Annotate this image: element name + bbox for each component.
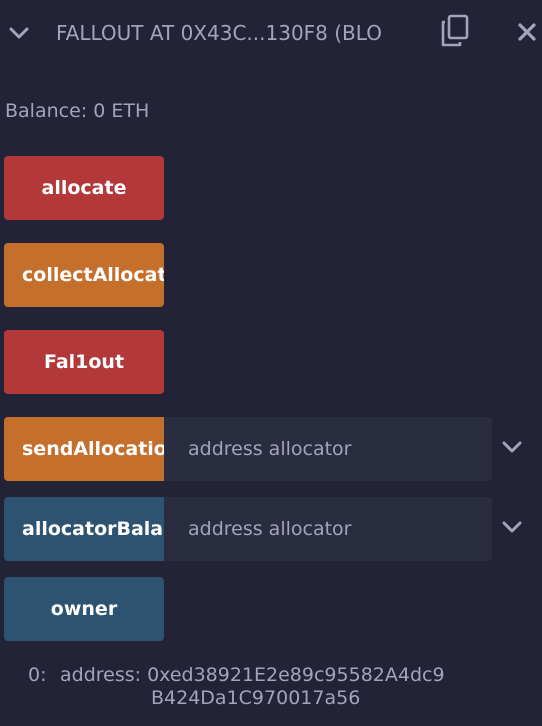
fal1out-button[interactable]: Fal1out: [4, 330, 164, 394]
result-index: 0:: [28, 664, 47, 686]
send-allocation-button[interactable]: sendAllocation: [4, 417, 164, 481]
owner-button[interactable]: owner: [4, 577, 164, 641]
result-value-line1: address: 0xed38921E2e89c95582A4dc9: [60, 664, 445, 686]
owner-result: 0: address: 0xed38921E2e89c95582A4dc9: [28, 664, 445, 687]
copy-icon[interactable]: [440, 14, 470, 48]
allocator-balance-allocator-input[interactable]: [164, 497, 492, 561]
result-value-line2: B424Da1C970017a56: [151, 687, 361, 709]
allocate-button[interactable]: allocate: [4, 156, 164, 220]
chevron-down-icon[interactable]: [8, 24, 30, 42]
balance-label: Balance: 0 ETH: [5, 100, 150, 122]
collect-allocations-button[interactable]: collectAllocations: [4, 243, 164, 307]
chevron-down-icon[interactable]: [500, 437, 524, 457]
allocator-balance-button[interactable]: allocatorBalance: [4, 497, 164, 561]
chevron-down-icon[interactable]: [500, 517, 524, 537]
send-allocation-allocator-input[interactable]: [164, 417, 492, 481]
contract-title: FALLOUT AT 0X43C...130F8 (BLO: [56, 21, 382, 45]
close-icon[interactable]: [517, 22, 537, 42]
